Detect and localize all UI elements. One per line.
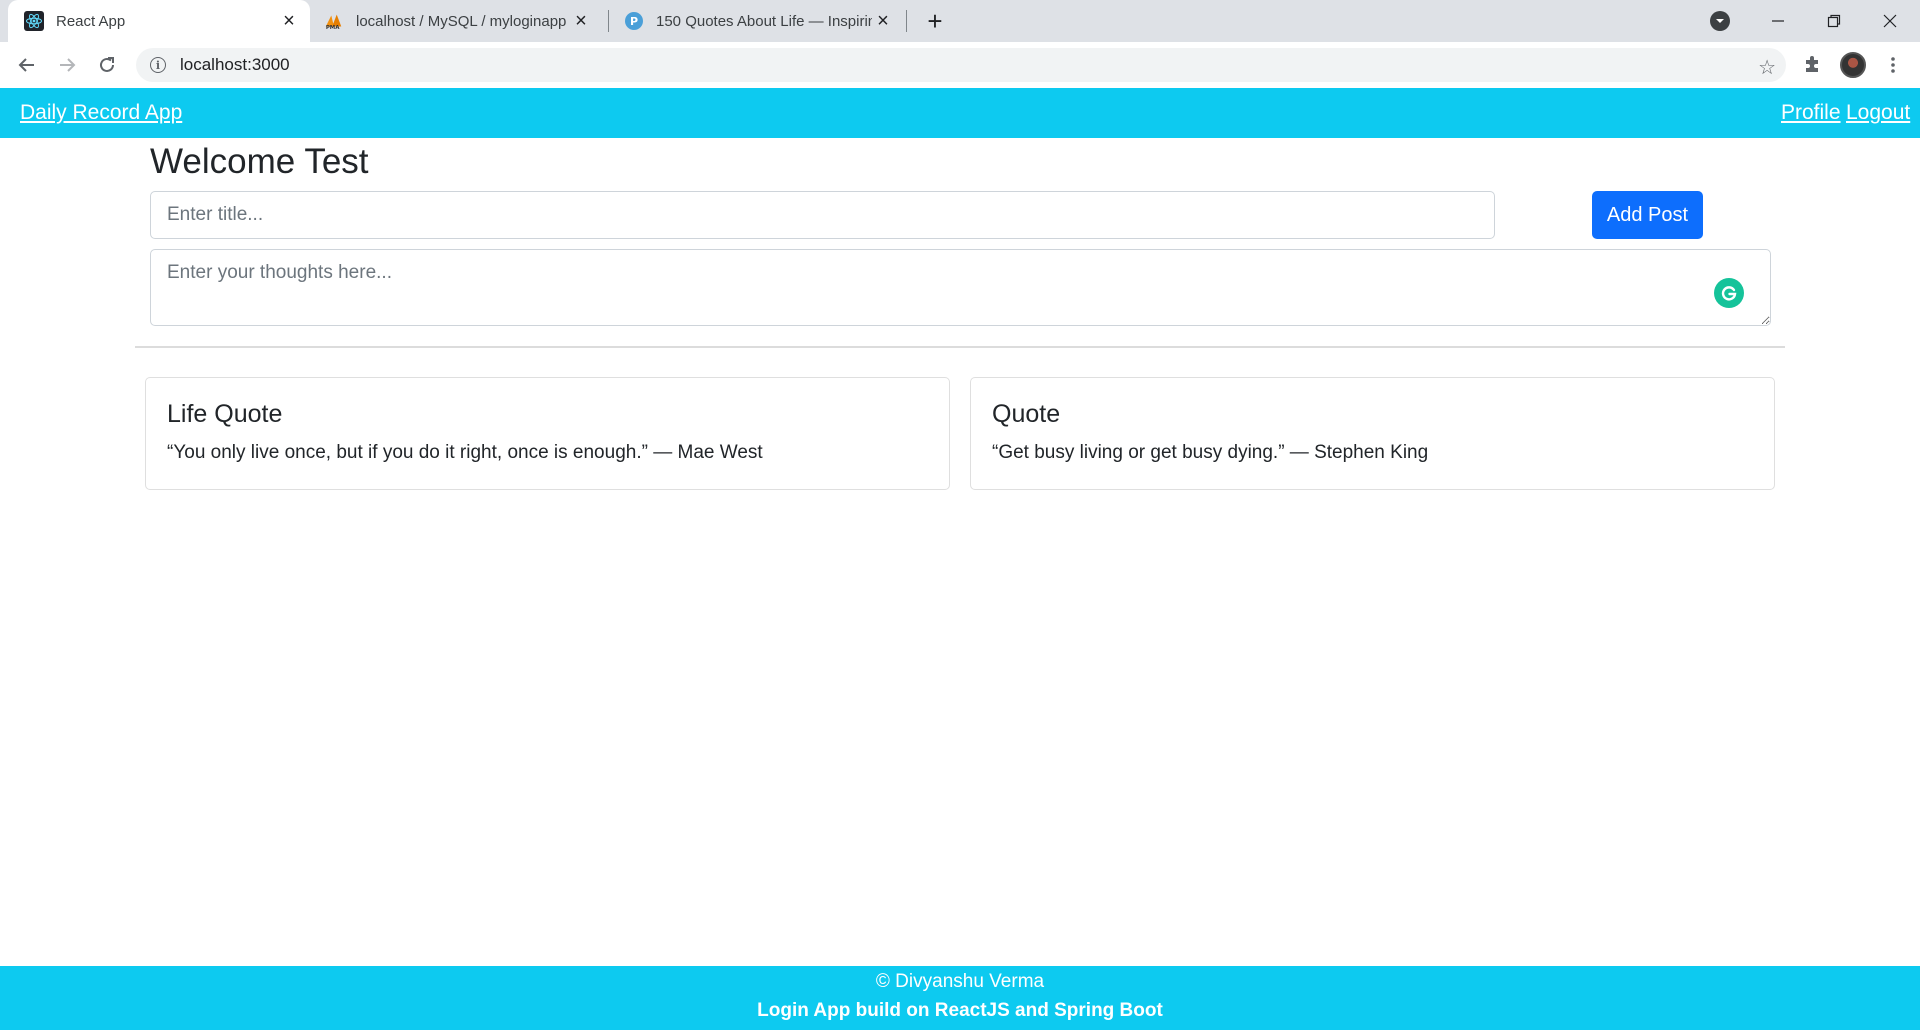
app-footer: © Divyanshu Verma Login App build on Rea… bbox=[0, 966, 1920, 1030]
title-input[interactable] bbox=[150, 191, 1495, 239]
close-window-icon[interactable] bbox=[1862, 0, 1918, 42]
tab-title: localhost / MySQL / myloginapp bbox=[356, 12, 567, 30]
post-text: “Get busy living or get busy dying.” — S… bbox=[992, 442, 1429, 463]
brand-link[interactable]: Daily Record App bbox=[20, 101, 182, 125]
close-tab-icon[interactable]: × bbox=[278, 10, 300, 32]
phpmyadmin-icon: PMA bbox=[324, 11, 344, 31]
menu-kebab-icon[interactable] bbox=[1878, 50, 1908, 80]
extensions-icon[interactable] bbox=[1797, 50, 1827, 80]
back-icon[interactable] bbox=[12, 50, 42, 80]
page-title: Welcome Test bbox=[150, 142, 369, 181]
browser-tabstrip: React App × PMA localhost / MySQL / mylo… bbox=[0, 0, 1920, 42]
footer-copyright: © Divyanshu Verma bbox=[875, 971, 1045, 992]
forward-icon[interactable] bbox=[52, 50, 82, 80]
p-letter-icon: P bbox=[624, 11, 644, 31]
tab-title: 150 Quotes About Life — Inspirin bbox=[656, 12, 872, 30]
post-text: “You only live once, but if you do it ri… bbox=[167, 442, 763, 463]
tab-separator bbox=[906, 10, 907, 32]
profile-link[interactable]: Profile bbox=[1781, 101, 1841, 125]
site-info-icon[interactable]: i bbox=[150, 57, 166, 73]
footer-tagline: Login App build on ReactJS and Spring Bo… bbox=[757, 1000, 1163, 1021]
logout-link[interactable]: Logout bbox=[1846, 101, 1910, 125]
grammarly-icon[interactable] bbox=[1714, 278, 1744, 308]
post-title: Life Quote bbox=[167, 400, 283, 428]
minimize-icon[interactable] bbox=[1750, 0, 1806, 42]
tab-quotes[interactable]: P 150 Quotes About Life — Inspirin × bbox=[618, 0, 902, 42]
browser-toolbar: i localhost:3000 ☆ bbox=[0, 42, 1920, 88]
add-post-button[interactable]: Add Post bbox=[1592, 191, 1703, 239]
tab-title: React App bbox=[56, 12, 126, 30]
react-icon bbox=[24, 11, 44, 31]
app-navbar: Daily Record App Profile Logout bbox=[0, 88, 1920, 138]
post-title: Quote bbox=[992, 400, 1061, 428]
close-tab-icon[interactable]: × bbox=[570, 10, 592, 32]
divider bbox=[135, 346, 1785, 348]
avatar bbox=[1840, 52, 1866, 78]
profile-avatar[interactable] bbox=[1838, 50, 1868, 80]
address-bar[interactable]: i localhost:3000 ☆ bbox=[136, 48, 1786, 82]
post-card: Quote “Get busy living or get busy dying… bbox=[970, 377, 1775, 490]
reload-icon[interactable] bbox=[92, 50, 122, 80]
url-text: localhost:3000 bbox=[180, 55, 290, 74]
tab-separator bbox=[608, 10, 609, 32]
restore-icon[interactable] bbox=[1806, 0, 1862, 42]
svg-text:P: P bbox=[630, 15, 638, 28]
new-tab-icon[interactable]: + bbox=[922, 6, 948, 36]
tab-phpmyadmin[interactable]: PMA localhost / MySQL / myloginapp × bbox=[320, 0, 600, 42]
post-card: Life Quote “You only live once, but if y… bbox=[145, 377, 950, 490]
bookmark-star-icon[interactable]: ☆ bbox=[1758, 55, 1776, 80]
thoughts-textarea[interactable] bbox=[150, 249, 1771, 326]
tab-react-app[interactable]: React App × bbox=[8, 0, 310, 42]
svg-text:PMA: PMA bbox=[326, 25, 340, 31]
close-tab-icon[interactable]: × bbox=[872, 10, 894, 32]
tab-search-icon[interactable] bbox=[1710, 11, 1730, 31]
